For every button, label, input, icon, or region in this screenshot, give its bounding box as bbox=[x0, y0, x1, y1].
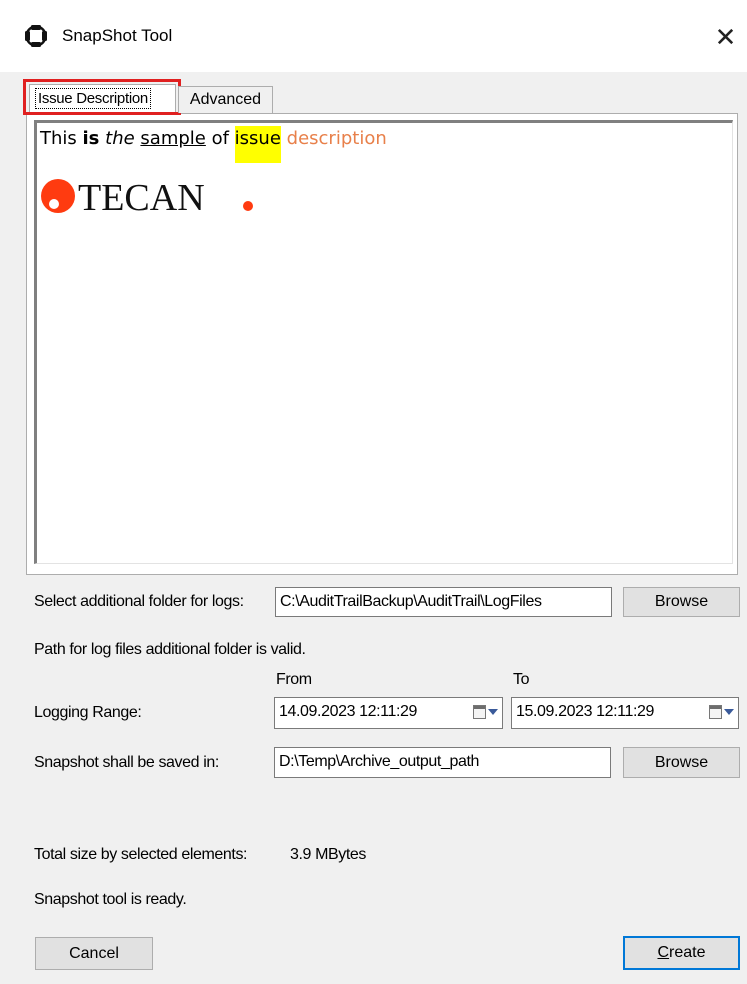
text-run-italic: the bbox=[105, 128, 135, 149]
text-run-underline: sample bbox=[140, 128, 206, 149]
text-run-colored: description bbox=[286, 128, 387, 149]
to-label: To bbox=[513, 671, 530, 688]
logging-range-label: Logging Range: bbox=[34, 704, 142, 721]
save-path-input[interactable]: D:\Temp\Archive_output_path bbox=[274, 747, 611, 778]
browse-logs-button[interactable]: Browse bbox=[623, 587, 740, 617]
browse-save-path-button[interactable]: Browse bbox=[623, 747, 740, 778]
snapshot-app-icon bbox=[25, 25, 47, 47]
create-label: reate bbox=[669, 944, 706, 961]
from-date-picker[interactable]: 14.09.2023 12:11:29 bbox=[274, 697, 503, 729]
logs-folder-input[interactable]: C:\AuditTrailBackup\AuditTrail\LogFiles bbox=[275, 587, 612, 617]
total-size-label: Total size by selected elements: bbox=[34, 846, 248, 863]
window-title: SnapShot Tool bbox=[62, 26, 173, 45]
tecan-logo: TECAN bbox=[40, 176, 260, 219]
calendar-dropdown-icon[interactable] bbox=[709, 705, 734, 719]
logs-folder-label: Select additional folder for logs: bbox=[34, 593, 244, 610]
status-message: Snapshot tool is ready. bbox=[34, 891, 187, 908]
text-run: This bbox=[40, 128, 83, 149]
editor-text-line: This is the sample of issue description bbox=[40, 126, 387, 163]
from-label: From bbox=[276, 671, 312, 688]
to-date-value: 15.09.2023 12:11:29 bbox=[516, 703, 655, 720]
close-icon[interactable]: ✕ bbox=[704, 14, 747, 60]
to-date-picker[interactable]: 15.09.2023 12:11:29 bbox=[511, 697, 739, 729]
annotation-highlight-box bbox=[23, 79, 181, 115]
tab-advanced[interactable]: Advanced bbox=[178, 86, 273, 113]
create-button[interactable]: Create bbox=[623, 936, 740, 970]
cancel-button[interactable]: Cancel bbox=[35, 937, 153, 970]
calendar-dropdown-icon[interactable] bbox=[473, 705, 498, 719]
text-run: of bbox=[205, 128, 235, 149]
logo-text: TECAN bbox=[78, 177, 205, 216]
from-date-value: 14.09.2023 12:11:29 bbox=[279, 703, 418, 720]
create-accelerator: C bbox=[657, 944, 670, 961]
save-path-label: Snapshot shall be saved in: bbox=[34, 754, 219, 771]
text-run-bold: is bbox=[82, 128, 100, 149]
total-size-value: 3.9 MBytes bbox=[290, 846, 367, 863]
logs-folder-status: Path for log files additional folder is … bbox=[34, 641, 306, 658]
text-run-highlighted: issue bbox=[234, 126, 281, 163]
